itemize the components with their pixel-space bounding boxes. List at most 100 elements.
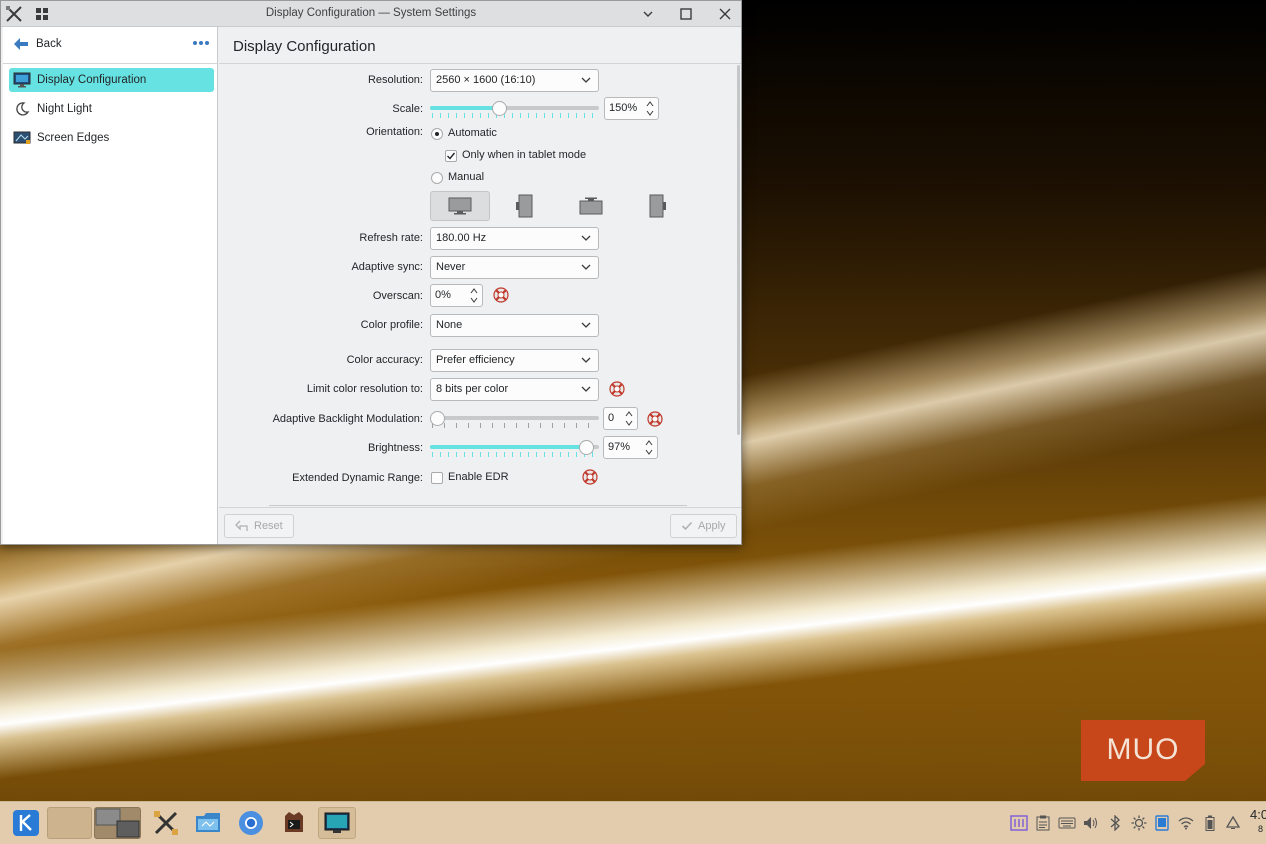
content-divider [269, 505, 687, 506]
maximize-button[interactable] [675, 4, 697, 24]
sidebar-item-label: Display Configuration [37, 74, 147, 86]
clock-date: 8 [1258, 824, 1264, 834]
brightness-value: 97% [608, 441, 631, 453]
taskbar-chromium[interactable] [234, 807, 268, 839]
refresh-rate-select[interactable]: 180.00 Hz [430, 227, 599, 250]
orientation-landscape-button[interactable] [430, 191, 490, 221]
kde-logo-icon [13, 810, 39, 836]
brightness-slider-handle[interactable] [579, 440, 594, 455]
file-manager-icon [196, 813, 220, 832]
page-header: Display Configuration [219, 27, 741, 64]
spin-arrows-icon[interactable] [469, 286, 479, 305]
tablet-mode-checkbox[interactable] [445, 150, 457, 162]
back-arrow-icon [14, 38, 28, 50]
help-lifebuoy-icon[interactable] [609, 381, 625, 397]
orientation-manual-radio[interactable] [431, 172, 443, 184]
minimize-button[interactable] [637, 4, 659, 24]
orientation-label: Orientation: [366, 126, 423, 138]
brightness-spinbox[interactable]: 97% [603, 436, 658, 459]
sidebar-item-display-configuration[interactable]: Display Configuration [9, 68, 214, 92]
apply-button[interactable]: Apply [670, 514, 737, 538]
orientation-inverted-button[interactable] [561, 191, 621, 221]
adaptive-sync-select[interactable]: Never [430, 256, 599, 279]
svg-text:MUO: MUO [1107, 733, 1180, 766]
enable-edr-checkbox[interactable] [431, 472, 443, 484]
resolution-label: Resolution: [367, 74, 423, 86]
footer-bar: Reset Apply [219, 507, 741, 544]
scale-slider[interactable] [430, 101, 599, 118]
application-launcher-button[interactable] [10, 806, 42, 840]
scale-slider-handle[interactable] [492, 101, 507, 116]
abm-value: 0 [608, 412, 615, 424]
color-accuracy-select[interactable]: Prefer efficiency [430, 349, 599, 372]
limit-color-resolution-value: 8 bits per color [436, 383, 509, 395]
taskbar-terminal[interactable] [277, 807, 311, 839]
sidebar-item-night-light[interactable]: Night Light [9, 97, 214, 121]
screen-edges-icon [13, 131, 31, 144]
help-lifebuoy-icon[interactable] [582, 469, 598, 485]
display-tray-icon[interactable] [1153, 814, 1171, 832]
more-options-icon[interactable] [193, 41, 209, 45]
help-lifebuoy-icon[interactable] [493, 287, 509, 303]
enable-edr-label: Enable EDR [448, 471, 509, 483]
edr-label: Extended Dynamic Range: [292, 472, 423, 484]
color-profile-select[interactable]: None [430, 314, 599, 337]
chevron-down-icon [581, 264, 591, 270]
reset-button[interactable]: Reset [224, 514, 294, 538]
volume-icon[interactable] [1082, 814, 1100, 832]
portrait-right-monitor-icon [649, 194, 666, 218]
abm-slider[interactable] [430, 411, 599, 428]
abm-slider-handle[interactable] [430, 411, 445, 426]
spin-arrows-icon[interactable] [645, 99, 655, 118]
color-profile-value: None [436, 319, 463, 331]
inverted-monitor-icon [579, 197, 603, 215]
orientation-portrait-right-button[interactable] [627, 191, 687, 221]
resolution-select[interactable]: 2560 × 1600 (16:10) [430, 69, 599, 92]
taskbar-system-settings[interactable] [149, 807, 183, 839]
clock[interactable]: 4:0 8 [1250, 808, 1266, 836]
resolution-value: 2560 × 1600 (16:10) [436, 74, 536, 86]
limit-color-resolution-select[interactable]: 8 bits per color [430, 378, 599, 401]
sidebar-item-label: Screen Edges [37, 132, 110, 144]
window-title: Display Configuration — System Settings [265, 7, 477, 19]
orientation-automatic-radio[interactable] [431, 128, 443, 140]
back-label: Back [36, 38, 62, 50]
virtual-desktop-2[interactable] [94, 807, 141, 839]
bluetooth-icon[interactable] [1106, 814, 1124, 832]
settings-window: Display Configuration — System Settings … [0, 0, 742, 545]
brightness-tray-icon[interactable] [1130, 814, 1148, 832]
spin-arrows-icon[interactable] [624, 409, 634, 428]
spin-arrows-icon[interactable] [644, 438, 654, 457]
overscan-spinbox[interactable]: 0% [430, 284, 483, 307]
adaptive-sync-label: Adaptive sync: [351, 261, 423, 273]
back-button[interactable]: Back [13, 37, 62, 51]
brightness-slider[interactable] [430, 440, 599, 457]
virtual-desktop-1[interactable] [47, 807, 92, 839]
taskbar-display-settings-active[interactable] [318, 807, 356, 839]
night-light-icon [16, 102, 30, 116]
orientation-portrait-left-button[interactable] [495, 191, 555, 221]
brightness-label: Brightness: [367, 442, 423, 454]
overscan-value: 0% [435, 289, 451, 301]
wifi-icon[interactable] [1177, 814, 1195, 832]
clipboard-icon[interactable] [1034, 814, 1052, 832]
orientation-manual-label: Manual [448, 171, 485, 183]
help-lifebuoy-icon[interactable] [647, 411, 663, 427]
chevron-down-icon [581, 322, 591, 328]
main-content: Display Configuration Resolution: 2560 ×… [219, 27, 741, 544]
system-settings-icon [154, 811, 178, 835]
keyboard-icon[interactable] [1058, 814, 1076, 832]
notifications-icon[interactable] [1224, 814, 1242, 832]
color-accuracy-value: Prefer efficiency [436, 354, 515, 366]
color-profile-label: Color profile: [360, 319, 423, 331]
activity-manager-icon[interactable] [1010, 814, 1028, 832]
battery-icon[interactable] [1201, 814, 1219, 832]
chevron-down-icon [581, 386, 591, 392]
taskbar-file-manager[interactable] [191, 807, 225, 839]
clock-time: 4:0 [1250, 807, 1266, 822]
abm-spinbox[interactable]: 0 [603, 407, 638, 430]
scale-spinbox[interactable]: 150% [604, 97, 659, 120]
sidebar-item-screen-edges[interactable]: Screen Edges [9, 126, 214, 150]
scrollbar[interactable] [737, 65, 740, 435]
close-button[interactable] [714, 4, 736, 24]
